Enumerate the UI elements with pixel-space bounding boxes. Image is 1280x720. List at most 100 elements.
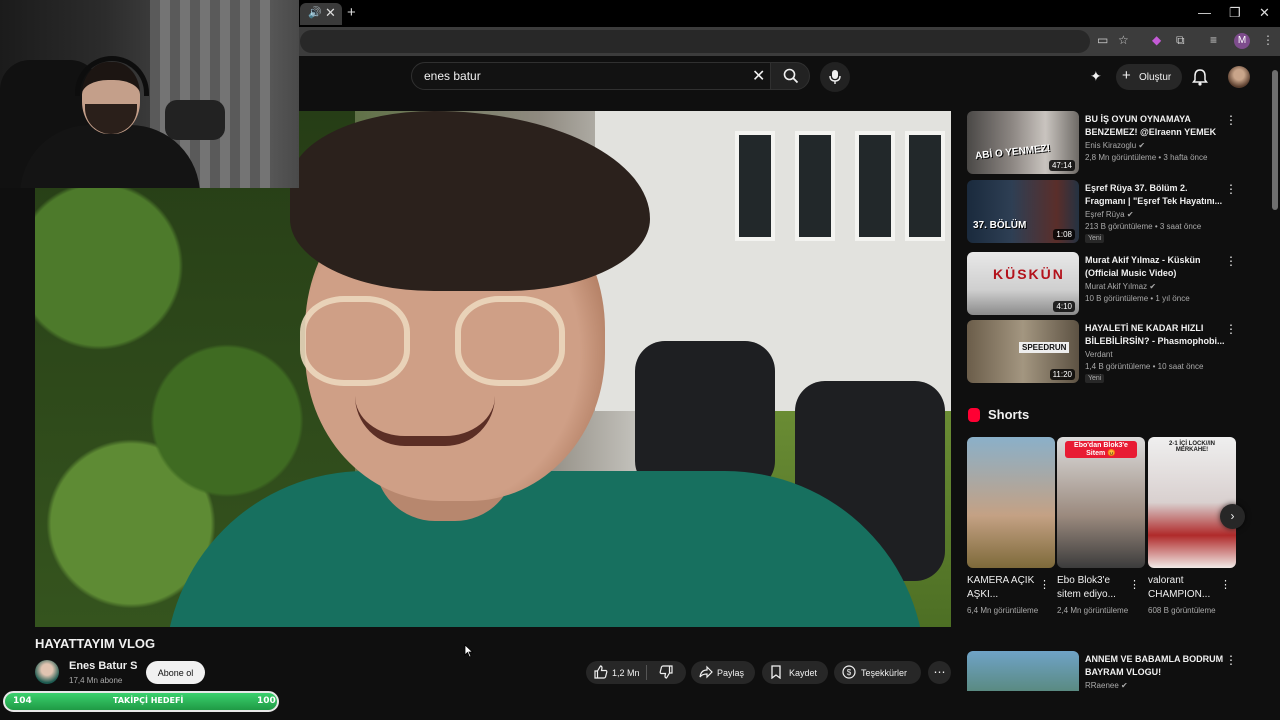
recommended-title[interactable]: Murat Akif Yılmaz - Küskün (Official Mus… [1085, 254, 1225, 280]
recommended-channel-name: Eşref Rüya [1085, 210, 1125, 219]
extensions-puzzle-icon[interactable]: ⧉ [1176, 33, 1185, 48]
recommended-channel[interactable]: Enis Kirazoglu ✔ [1085, 141, 1145, 150]
user-avatar[interactable] [1228, 66, 1250, 88]
close-window-icon[interactable]: ✕ [1259, 5, 1270, 21]
channel-name[interactable]: Enes Batur S [69, 660, 137, 672]
recommended-title[interactable]: BU İŞ OYUN OYNAMAYA BENZEMEZ! @Elraenn Y… [1085, 113, 1225, 139]
notifications-bell-icon[interactable] [1192, 68, 1208, 86]
follower-goal-bar: 104 TAKİPÇİ HEDEFİ 100 [3, 691, 279, 712]
recommended-video[interactable]: ANNEM VE BABAMLA BODRUM BAYRAM VLOGU! RR… [967, 651, 1257, 691]
short-views: 6,4 Mn görüntüleme [967, 606, 1039, 615]
video-duration: 47:14 [1048, 160, 1075, 171]
like-button[interactable] [594, 665, 608, 681]
video-thumbnail[interactable]: ABİ O YENMEZ! 47:14 [967, 111, 1079, 174]
video-frame-window [905, 131, 945, 241]
media-controls-icon[interactable]: ≡ [1210, 33, 1217, 47]
search-input[interactable] [424, 69, 724, 83]
thumbnail-text: SPEEDRUN [1019, 342, 1070, 353]
close-tab-icon[interactable]: ✕ [325, 5, 336, 21]
create-button[interactable]: + Oluştur [1116, 64, 1182, 90]
recommended-channel[interactable]: Murat Akif Yılmaz ✔ [1085, 282, 1156, 291]
video-duration: 11:20 [1049, 369, 1075, 380]
channel-avatar[interactable] [35, 660, 59, 684]
recommended-channel-name: Verdant [1085, 350, 1113, 359]
recommended-meta: 213 B görüntüleme • 3 saat önce [1085, 222, 1202, 231]
page-scrollbar[interactable] [1270, 60, 1279, 690]
subscribe-button[interactable]: Abone ol [146, 661, 205, 684]
video-player[interactable] [35, 111, 951, 627]
short-title[interactable]: KAMERA AÇIK AŞKI... [967, 574, 1039, 602]
browser-menu-icon[interactable]: ⋮ [1262, 33, 1274, 47]
scrollbar-thumb[interactable] [1272, 70, 1278, 210]
recommended-video[interactable]: SPEEDRUN 11:20 HAYALETİ NE KADAR HIZLI B… [967, 320, 1257, 384]
goal-label: TAKİPÇİ HEDEFİ [113, 696, 184, 705]
short-item[interactable]: 2-1 İÇİ LOCK//IN MERKAHE! valorant CHAMP… [1148, 437, 1236, 615]
recommended-title[interactable]: HAYALETİ NE KADAR HIZLI BİLEBİLİRSİN? - … [1085, 322, 1225, 348]
speaker-icon[interactable]: 🔊 [308, 6, 322, 19]
short-views: 2,4 Mn görüntüleme [1057, 606, 1129, 615]
browser-tab[interactable]: 🔊 ✕ [300, 3, 342, 25]
verified-icon: ✔ [1138, 141, 1146, 150]
share-arrow-icon [699, 665, 713, 681]
cast-icon[interactable]: ▭ [1097, 33, 1108, 47]
video-options-icon[interactable]: ⋮ [1225, 254, 1237, 268]
recommended-channel[interactable]: Eşref Rüya ✔ [1085, 210, 1134, 219]
short-title[interactable]: Ebo Blok3'e sitem ediyo... [1057, 574, 1129, 602]
minimize-icon[interactable]: — [1198, 5, 1211, 20]
short-thumbnail[interactable] [967, 437, 1055, 568]
search-icon [783, 68, 799, 84]
recommended-video[interactable]: ABİ O YENMEZ! 47:14 BU İŞ OYUN OYNAMAYA … [967, 111, 1257, 175]
video-options-icon[interactable]: ⋮ [1225, 653, 1237, 667]
dislike-button[interactable] [659, 665, 673, 681]
video-frame-glasses-right [455, 296, 565, 386]
short-options-icon[interactable]: ⋮ [1220, 578, 1231, 591]
shorts-heading: Shorts [988, 407, 1030, 422]
recommended-channel[interactable]: Verdant [1085, 350, 1113, 359]
recommended-video[interactable]: KÜSKÜN 4:10 Murat Akif Yılmaz - Küskün (… [967, 252, 1257, 316]
search-box[interactable]: ✕ [411, 62, 771, 90]
video-thumbnail[interactable]: SPEEDRUN 11:20 [967, 320, 1079, 383]
extension-icon[interactable]: ◆ [1152, 33, 1161, 47]
more-actions-icon[interactable]: ⋯ [928, 661, 951, 684]
thanks-button[interactable]: $ Teşekkürler [834, 661, 921, 684]
share-button[interactable]: Paylaş [691, 661, 755, 684]
recommended-title[interactable]: ANNEM VE BABAMLA BODRUM BAYRAM VLOGU! [1085, 653, 1225, 679]
svg-text:$: $ [847, 668, 852, 677]
share-label: Paylaş [717, 668, 745, 678]
short-item[interactable]: KAMERA AÇIK AŞKI... ⋮ 6,4 Mn görüntüleme [967, 437, 1055, 615]
create-label: Oluştur [1139, 72, 1172, 83]
shorts-logo-icon [968, 408, 980, 422]
recommended-channel-name: Murat Akif Yılmaz [1085, 282, 1148, 291]
video-frame-window [735, 131, 775, 241]
browser-profile-icon[interactable]: M [1234, 33, 1250, 49]
short-thumbnail[interactable]: Ebo'dan Blok3'e Sitem 😡 [1057, 437, 1145, 568]
video-thumbnail[interactable]: KÜSKÜN 4:10 [967, 252, 1079, 315]
voice-search-button[interactable] [820, 62, 850, 92]
plus-icon: + [1122, 67, 1131, 84]
recommended-channel[interactable]: RRaenee ✔ [1085, 681, 1128, 690]
new-tab-icon[interactable]: + [347, 4, 356, 21]
short-item[interactable]: Ebo'dan Blok3'e Sitem 😡 Ebo Blok3'e site… [1057, 437, 1145, 615]
address-bar[interactable] [300, 30, 1090, 53]
recommended-video[interactable]: 37. BÖLÜM 1:08 Eşref Rüya 37. Bölüm 2. F… [967, 180, 1257, 244]
video-title: HAYATTAYIM VLOG [35, 636, 156, 651]
bookmark-star-icon[interactable]: ☆ [1118, 33, 1129, 47]
video-thumbnail[interactable]: 37. BÖLÜM 1:08 [967, 180, 1079, 243]
save-button[interactable]: Kaydet [762, 661, 828, 684]
video-options-icon[interactable]: ⋮ [1225, 113, 1237, 127]
clear-search-icon[interactable]: ✕ [752, 66, 765, 86]
bookmark-icon [770, 665, 782, 681]
shorts-next-chevron-icon[interactable]: › [1220, 504, 1245, 529]
video-options-icon[interactable]: ⋮ [1225, 322, 1237, 336]
restore-icon[interactable]: ❐ [1229, 5, 1241, 21]
video-thumbnail[interactable] [967, 651, 1079, 691]
short-options-icon[interactable]: ⋮ [1129, 578, 1140, 591]
short-thumbnail[interactable]: 2-1 İÇİ LOCK//IN MERKAHE! [1148, 437, 1236, 568]
short-options-icon[interactable]: ⋮ [1039, 578, 1050, 591]
short-title[interactable]: valorant CHAMPION... [1148, 574, 1220, 602]
recommended-title[interactable]: Eşref Rüya 37. Bölüm 2. Fragmanı | "Eşre… [1085, 182, 1225, 208]
sparkle-icon[interactable]: ✦ [1090, 68, 1102, 85]
recommended-meta: 2,8 Mn görüntüleme • 3 hafta önce [1085, 153, 1208, 162]
search-button[interactable] [770, 62, 810, 90]
video-options-icon[interactable]: ⋮ [1225, 182, 1237, 196]
